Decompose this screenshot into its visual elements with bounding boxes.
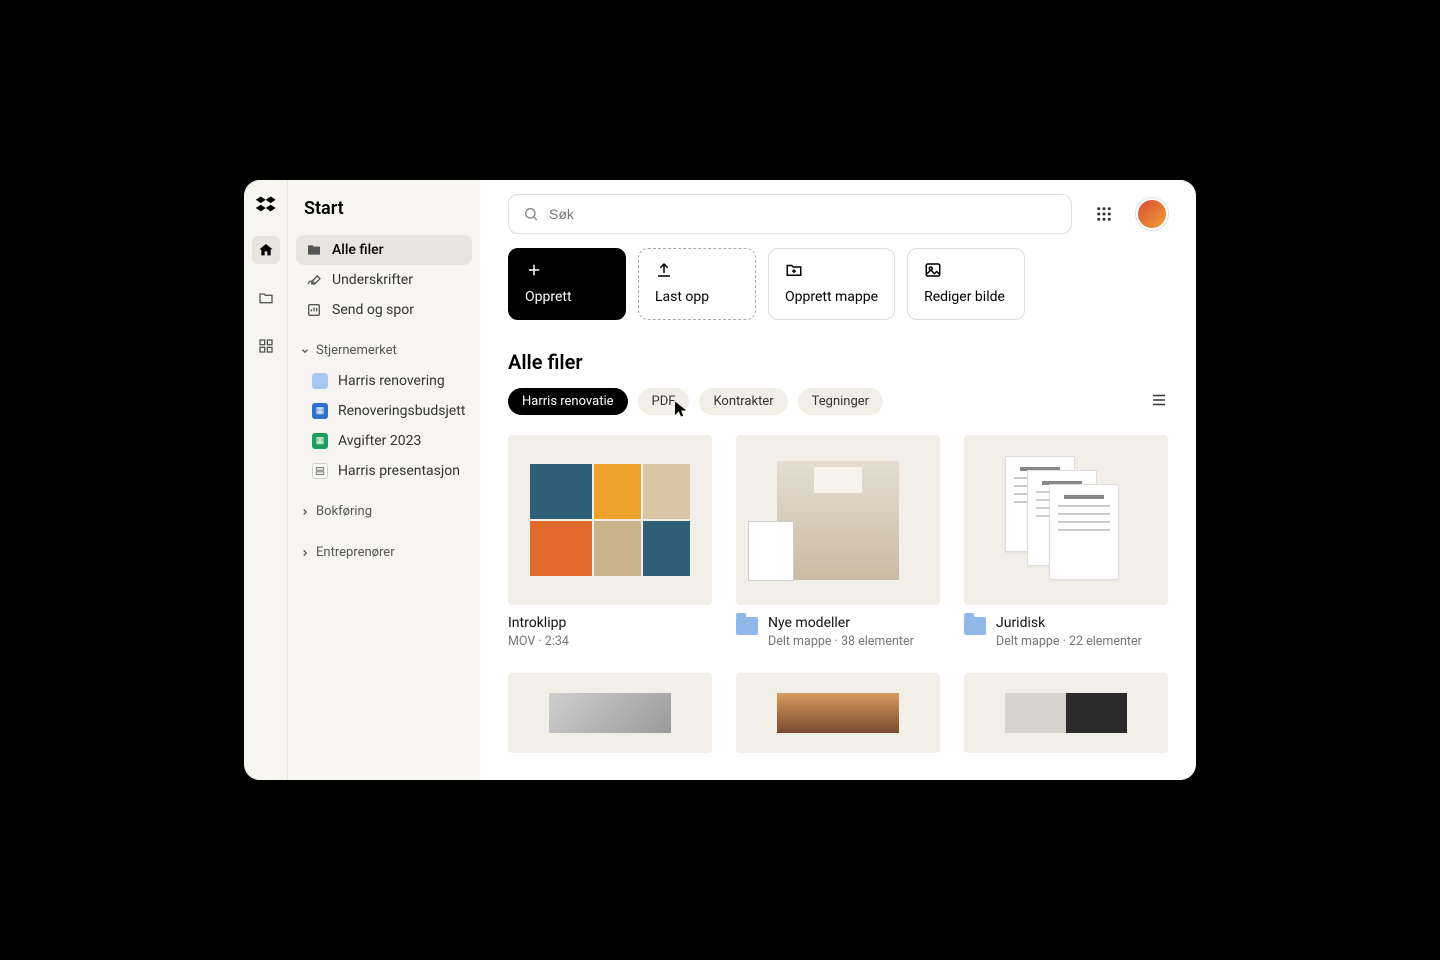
sidebar-item-all-files[interactable]: Alle filer [296,235,472,265]
thumbnail [736,435,940,605]
thumbnail [508,673,712,753]
section-label: Bokføring [316,504,372,519]
filter-chip-row: Harris renovatie PDF Kontrakter Tegninge… [508,388,1168,415]
file-tile[interactable]: Nye modeller Delt mappe · 38 elementer [736,435,940,649]
shared-folder-icon [736,617,758,635]
thumbnail [508,435,712,605]
tracking-icon [306,302,322,318]
action-label: Opprett mappe [785,289,878,305]
action-label: Rediger bilde [924,289,1008,305]
starred-item-harris-presentasjon[interactable]: Harris presentasjon [296,456,472,486]
thumbnail [736,673,940,753]
presentation-icon [312,463,328,479]
action-edit-image[interactable]: Rediger bilde [907,248,1025,320]
search-input[interactable] [508,194,1072,234]
tile-title: Introklipp [508,615,569,631]
sidebar-section-starred[interactable]: Stjernemerket [296,335,472,366]
starred-label: Renoveringsbudsjett [338,403,465,419]
tile-subtitle: Delt mappe · 22 elementer [996,634,1142,649]
chip-pdf[interactable]: PDF [638,388,690,415]
sidebar-item-send-track[interactable]: Send og spor [296,295,472,325]
chip-kontrakter[interactable]: Kontrakter [699,388,787,415]
file-tile[interactable] [964,673,1168,753]
chevron-right-icon [300,507,310,517]
list-view-toggle[interactable] [1150,391,1168,413]
rail-home-icon[interactable] [252,236,280,264]
tile-subtitle: MOV · 2:34 [508,634,569,649]
apps-grid-icon[interactable] [1088,198,1120,230]
app-window: Start Alle filer Underskrifter Send og s… [244,180,1196,780]
thumbnail [964,673,1168,753]
sidebar-title: Start [304,198,464,219]
starred-list: Harris renovering ▦ Renoveringsbudsjett … [296,366,472,486]
search-field[interactable] [549,206,1057,222]
sidebar-section-entreprenorer[interactable]: Entreprenører [296,537,472,568]
topbar [508,194,1168,234]
chevron-right-icon [300,548,310,558]
image-icon [924,261,942,279]
chevron-down-icon [300,346,310,356]
tile-title: Nye modeller [768,615,914,631]
sidebar-item-signatures[interactable]: Underskrifter [296,265,472,295]
file-tile[interactable]: Juridisk Delt mappe · 22 elementer [964,435,1168,649]
starred-item-renoveringsbudsjett[interactable]: ▦ Renoveringsbudsjett [296,396,472,426]
sidebar: Start Alle filer Underskrifter Send og s… [288,180,480,780]
sidebar-item-label: Send og spor [332,302,414,318]
main-content: Opprett Last opp Opprett mappe Rediger b… [480,180,1196,780]
file-tile[interactable] [736,673,940,753]
starred-label: Harris presentasjon [338,463,460,479]
thumbnail [964,435,1168,605]
page-title: Alle filer [508,350,1168,374]
shared-folder-icon [964,617,986,635]
sidebar-item-label: Alle filer [332,242,384,258]
new-folder-icon [785,261,803,279]
rail-folder-icon[interactable] [252,284,280,312]
chip-tegninger[interactable]: Tegninger [798,388,883,415]
action-label: Opprett [525,289,609,305]
starred-item-harris-renovering[interactable]: Harris renovering [296,366,472,396]
starred-item-avgifter[interactable]: ▦ Avgifter 2023 [296,426,472,456]
file-grid: Introklipp MOV · 2:34 Nye modeller Delt … [508,435,1168,773]
rail-grid-icon[interactable] [252,332,280,360]
action-row: Opprett Last opp Opprett mappe Rediger b… [508,248,1168,320]
section-label: Stjernemerket [316,343,397,358]
action-upload[interactable]: Last opp [638,248,756,320]
action-label: Last opp [655,289,739,305]
tile-title: Juridisk [996,615,1142,631]
folder-icon [312,373,328,389]
spreadsheet-icon: ▦ [312,433,328,449]
starred-label: Harris renovering [338,373,445,389]
starred-label: Avgifter 2023 [338,433,421,449]
avatar[interactable] [1136,198,1168,230]
chip-harris[interactable]: Harris renovatie [508,388,628,415]
spreadsheet-icon: ▦ [312,403,328,419]
action-create-folder[interactable]: Opprett mappe [768,248,895,320]
folder-icon [306,242,322,258]
search-icon [523,206,539,222]
plus-icon [525,261,543,279]
tile-subtitle: Delt mappe · 38 elementer [768,634,914,649]
icon-rail [244,180,288,780]
sidebar-section-bokforing[interactable]: Bokføring [296,496,472,527]
action-create[interactable]: Opprett [508,248,626,320]
sidebar-item-label: Underskrifter [332,272,413,288]
signature-icon [306,272,322,288]
upload-icon [655,261,673,279]
dropbox-logo-icon [255,194,277,216]
section-label: Entreprenører [316,545,395,560]
file-tile[interactable]: Introklipp MOV · 2:34 [508,435,712,649]
file-tile[interactable] [508,673,712,753]
